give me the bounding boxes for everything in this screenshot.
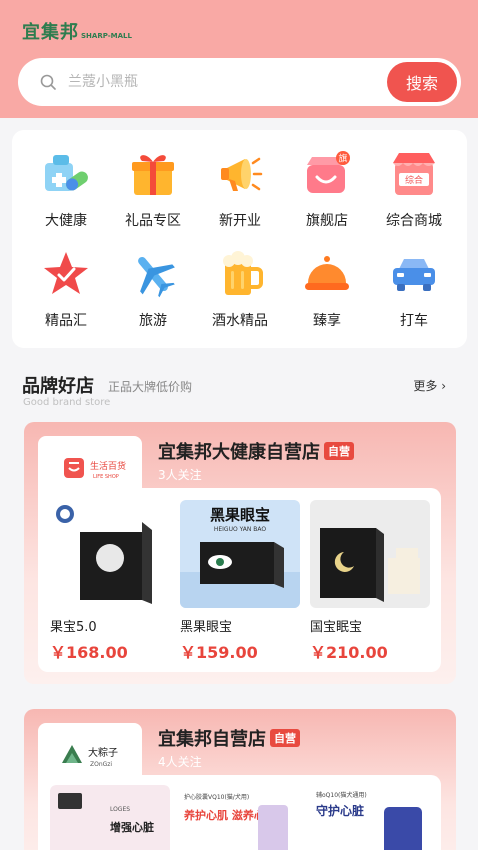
product-image-title: 黑果眼宝: [210, 506, 270, 524]
category-beverages[interactable]: 酒水精品: [195, 248, 285, 338]
category-boutique[interactable]: 精品汇: [21, 248, 111, 338]
store-name: 宜集邦自营店 自营: [158, 725, 300, 751]
section-english-title: Good brand store: [23, 397, 111, 408]
category-label: 旗舰店: [306, 213, 348, 229]
airplane-icon: [127, 248, 179, 300]
product-image: 黑果眼宝 HEIGUO YAN BAO: [180, 500, 300, 608]
product-name: 黑果眼宝: [180, 620, 233, 635]
product-name: 果宝5.0: [50, 620, 97, 635]
category-label: 大健康: [45, 213, 87, 229]
category-label: 礼品专区: [125, 213, 181, 229]
product-image-subtitle: 辅oQ10(猫犬通用): [316, 791, 367, 799]
section-title: 品牌好店: [22, 376, 94, 397]
logo-text: 宜集邦: [22, 22, 79, 43]
product-item[interactable]: LOGES 增强心脏: [50, 785, 170, 850]
search-input[interactable]: [68, 70, 368, 94]
store-card[interactable]: 大粽子 ZOnGzi 宜集邦自营店 自营 4人关注 LOGES 增强心脏 护心胶囊…: [24, 709, 456, 850]
store-logo-subtext: LIFE SHOP: [93, 474, 119, 480]
product-image: 辅oQ10(猫犬通用) 守护心脏: [310, 785, 430, 850]
category-gifts[interactable]: 礼品专区: [108, 148, 198, 238]
follower-count: 3人关注: [158, 468, 202, 482]
beer-icon: [214, 248, 266, 300]
flagship-store-icon: 旗: [301, 148, 353, 200]
car-icon: [388, 248, 440, 300]
store-name: 宜集邦大健康自营店 自营: [158, 438, 354, 464]
product-image-subtitle: LOGES: [110, 806, 130, 813]
search-icon: [40, 74, 56, 90]
header: 宜集邦 SHARP-MALL 搜索: [0, 0, 478, 118]
self-operated-badge: 自营: [270, 729, 300, 747]
category-new-opening[interactable]: 新开业: [195, 148, 285, 238]
category-taxi[interactable]: 打车: [369, 248, 459, 338]
category-travel[interactable]: 旅游: [108, 248, 198, 338]
category-mall[interactable]: 综合 综合商城: [369, 148, 459, 238]
product-price: ￥210.00: [310, 643, 388, 662]
product-price: ￥159.00: [180, 643, 258, 662]
mall-tag: 综合: [405, 174, 423, 186]
category-grid: 大健康 礼品专区 新开业 旗 旗舰店 综合 综合商城 精品汇 旅游 酒水精品 臻…: [12, 130, 467, 348]
product-image-subtitle: 护心胶囊VQ10(猫/犬用): [184, 793, 249, 801]
category-label: 旅游: [139, 313, 167, 329]
flagship-tag: 旗: [338, 153, 347, 165]
product-list: LOGES 增强心脏 护心胶囊VQ10(猫/犬用) 养护心肌 滋养心脏 辅oQ1…: [38, 775, 441, 850]
product-image-subtitle: HEIGUO YAN BAO: [214, 526, 267, 533]
chevron-right-icon: ›: [437, 379, 446, 393]
product-image-title: 增强心脏: [110, 820, 154, 834]
product-price: ￥168.00: [50, 643, 128, 662]
product-image-title: 守护心脏: [316, 803, 364, 818]
product-item[interactable]: 辅oQ10(猫犬通用) 守护心脏: [310, 785, 430, 850]
follower-count: 4人关注: [158, 755, 202, 769]
category-flagship[interactable]: 旗 旗舰店: [282, 148, 372, 238]
store-logo-text: 大粽子: [88, 746, 118, 759]
store-logo-subtext: ZOnGzi: [90, 761, 112, 768]
self-operated-badge: 自营: [324, 442, 354, 460]
section-subtitle: 正品大牌低价购: [108, 380, 193, 394]
store-card[interactable]: 生活百货 LIFE SHOP 宜集邦大健康自营店 自营 3人关注 果宝5.0 ￥1…: [24, 422, 456, 684]
store-name-text: 宜集邦大健康自营店: [158, 442, 320, 463]
cloche-icon: [301, 248, 353, 300]
more-label: 更多: [413, 379, 438, 393]
store-logo-text: 生活百货: [90, 460, 126, 472]
category-label: 臻享: [313, 313, 341, 329]
app-logo: 宜集邦 SHARP-MALL: [22, 18, 132, 44]
gift-icon: [127, 148, 179, 200]
product-list: 果宝5.0 ￥168.00 黑果眼宝 HEIGUO YAN BAO 黑果眼宝 ￥…: [38, 488, 441, 672]
mall-icon: 综合: [388, 148, 440, 200]
category-label: 酒水精品: [212, 313, 268, 329]
search-button[interactable]: 搜索: [387, 62, 457, 102]
star-icon: [40, 248, 92, 300]
logo-subtext: SHARP-MALL: [81, 32, 132, 40]
category-label: 新开业: [219, 213, 261, 229]
product-image: LOGES 增强心脏: [50, 785, 170, 850]
search-bar[interactable]: 搜索: [18, 58, 461, 106]
category-label: 打车: [400, 313, 428, 329]
product-name: 国宝眠宝: [310, 620, 363, 635]
product-item[interactable]: 黑果眼宝 HEIGUO YAN BAO 黑果眼宝 ￥159.00: [180, 500, 300, 663]
megaphone-icon: [214, 148, 266, 200]
category-premium[interactable]: 臻享: [282, 248, 372, 338]
product-image: [310, 500, 430, 608]
health-icon: [40, 148, 92, 200]
category-health[interactable]: 大健康: [21, 148, 111, 238]
category-label: 精品汇: [45, 313, 87, 329]
product-item[interactable]: 护心胶囊VQ10(猫/犬用) 养护心肌 滋养心脏: [180, 785, 300, 850]
more-link[interactable]: 更多 ›: [413, 377, 446, 394]
product-item[interactable]: 国宝眠宝 ￥210.00: [310, 500, 430, 663]
product-item[interactable]: 果宝5.0 ￥168.00: [50, 500, 170, 663]
product-image: [50, 500, 170, 608]
category-label: 综合商城: [386, 213, 442, 229]
product-image: 护心胶囊VQ10(猫/犬用) 养护心肌 滋养心脏: [180, 785, 300, 850]
store-name-text: 宜集邦自营店: [158, 729, 266, 750]
